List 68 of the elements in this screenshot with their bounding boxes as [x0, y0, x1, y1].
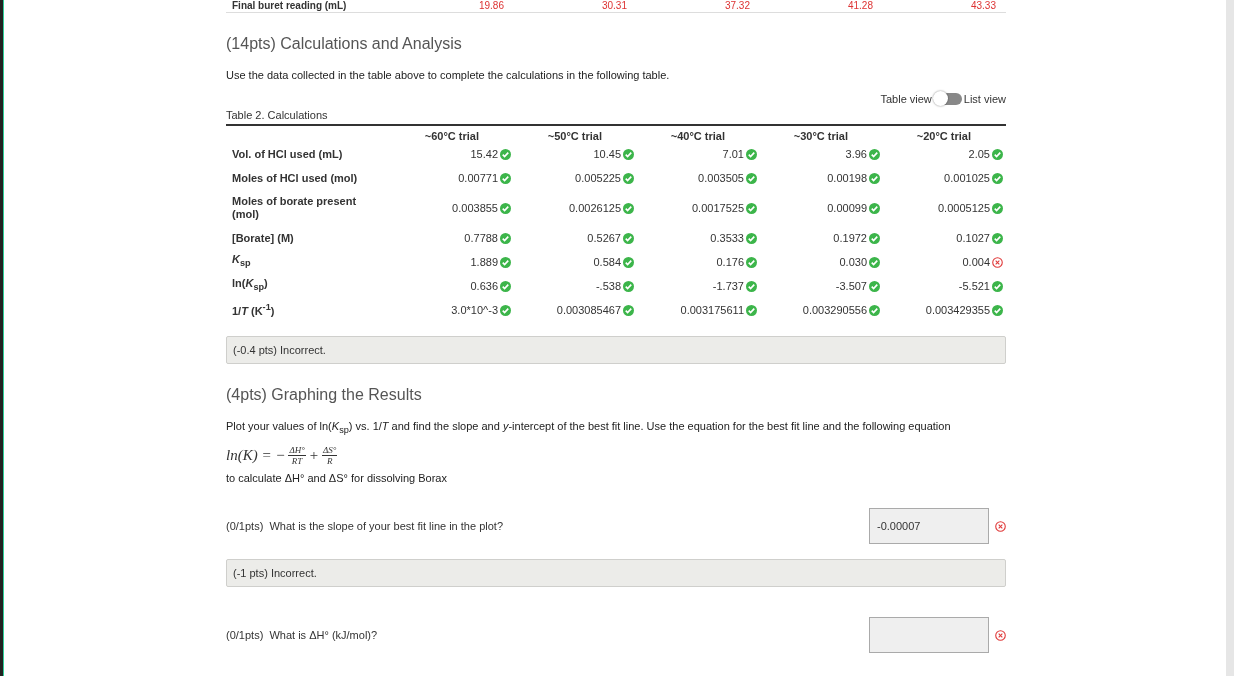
answer-field[interactable]: -0.00007	[869, 508, 989, 545]
table-cell: 0.00099	[827, 202, 867, 214]
table-cell: -5.521	[958, 280, 990, 292]
table-cell: 1.889	[470, 256, 498, 268]
table-cell: 3.96	[845, 148, 867, 160]
table-cell: 0.1972	[833, 232, 867, 244]
table-cell: 0.7788	[464, 232, 498, 244]
toggle-label: Table view	[880, 93, 932, 105]
table-cell: 0.003085467	[556, 304, 621, 316]
row-label: [Borate] (M)	[231, 231, 295, 245]
table-cell: -.538	[595, 280, 621, 292]
table-caption: Table 2. Calculations	[226, 109, 1006, 126]
table-cell: 0.584	[593, 256, 621, 268]
table-cell-text: 30.31	[600, 0, 628, 11]
feedback-box: (-0.4 pts) Incorrect.	[226, 336, 1006, 364]
table-cell: 10.45	[593, 148, 621, 160]
table-cell: 0.176	[716, 256, 744, 268]
row-label: 1/T (K$^{-1}$)	[231, 301, 276, 319]
table-cell: 0.3533	[710, 232, 744, 244]
row-label: Final buret reading (mL)	[231, 0, 348, 11]
section-title: (14pts) Calculations and Analysis	[226, 35, 463, 53]
question-text: (0/1pts) What is the slope of your best fit line in the plot?	[226, 520, 504, 533]
row-label: K$_{sp}$	[231, 253, 252, 271]
instructions: Use the data collected in the table above to complete the calculations in the following table.	[226, 69, 671, 81]
table-cell: 7.01	[722, 148, 744, 160]
table-cell: 0.636	[470, 280, 498, 292]
row-label: ln(K$_{sp}$)	[231, 277, 269, 295]
column-header: ~60°C trial	[423, 129, 480, 142]
section-title: (4pts) Graphing the Results	[226, 386, 423, 404]
table-cell: -3.507	[835, 280, 867, 292]
table-cell: 3.0*10^-3	[451, 304, 498, 316]
column-header: ~30°C trial	[792, 129, 849, 142]
column-header: ~20°C trial	[915, 129, 972, 142]
table-cell: -1.737	[712, 280, 744, 292]
answer-field[interactable]	[869, 617, 989, 654]
table-cell: 0.00198	[827, 172, 867, 184]
table-cell: 0.005225	[575, 172, 621, 184]
table-cell: 0.0026125	[569, 202, 621, 214]
toggle-label: List view	[963, 93, 1006, 105]
column-header: ~50°C trial	[546, 129, 603, 142]
table-cell-text: 41.28	[846, 0, 874, 11]
table-cell: 0.00771	[458, 172, 498, 184]
table-cell-text: 43.33	[969, 0, 997, 11]
row-label: Vol. of HCl used (mL)	[231, 147, 344, 161]
table-cell: 0.0005125	[938, 202, 990, 214]
row-label: Moles of borate present (mol)	[231, 195, 358, 221]
table-cell: 0.003175611	[680, 304, 744, 316]
table-cell: 15.42	[470, 148, 498, 160]
question-text: (0/1pts) What is ΔH° (kJ/mol)?	[226, 629, 379, 642]
instructions: Plot your values of ln(K$_{sp}$) vs. 1/T and find the slope and y-intercept of the best fit line. Use the equation for the best fit line and the following equation	[226, 420, 952, 436]
feedback-box: (-1 pts) Incorrect.	[226, 559, 1006, 588]
row-label: Moles of HCl used (mol)	[231, 171, 359, 185]
table-cell: 0.003855	[452, 202, 498, 214]
view-switch[interactable]	[933, 93, 962, 105]
table-cell: 0.003505	[698, 172, 744, 184]
table-cell: 2.05	[968, 148, 990, 160]
table-cell: 0.001025	[944, 172, 990, 184]
column-header: ~40°C trial	[669, 129, 726, 142]
instructions: to calculate ΔH° and ΔS° for dissolving Borax	[226, 472, 448, 485]
table-cell-text: 37.32	[723, 0, 751, 11]
table-cell: 0.5267	[587, 232, 621, 244]
table-cell-text: 19.86	[477, 0, 505, 11]
table-cell: 0.003290556	[802, 304, 867, 316]
table-cell: 0.1027	[956, 232, 990, 244]
table-cell: 0.003429355	[925, 304, 990, 316]
table-cell: 0.030	[839, 256, 867, 268]
table-cell: 0.0017525	[692, 202, 744, 214]
table-cell: 0.004	[962, 256, 990, 268]
